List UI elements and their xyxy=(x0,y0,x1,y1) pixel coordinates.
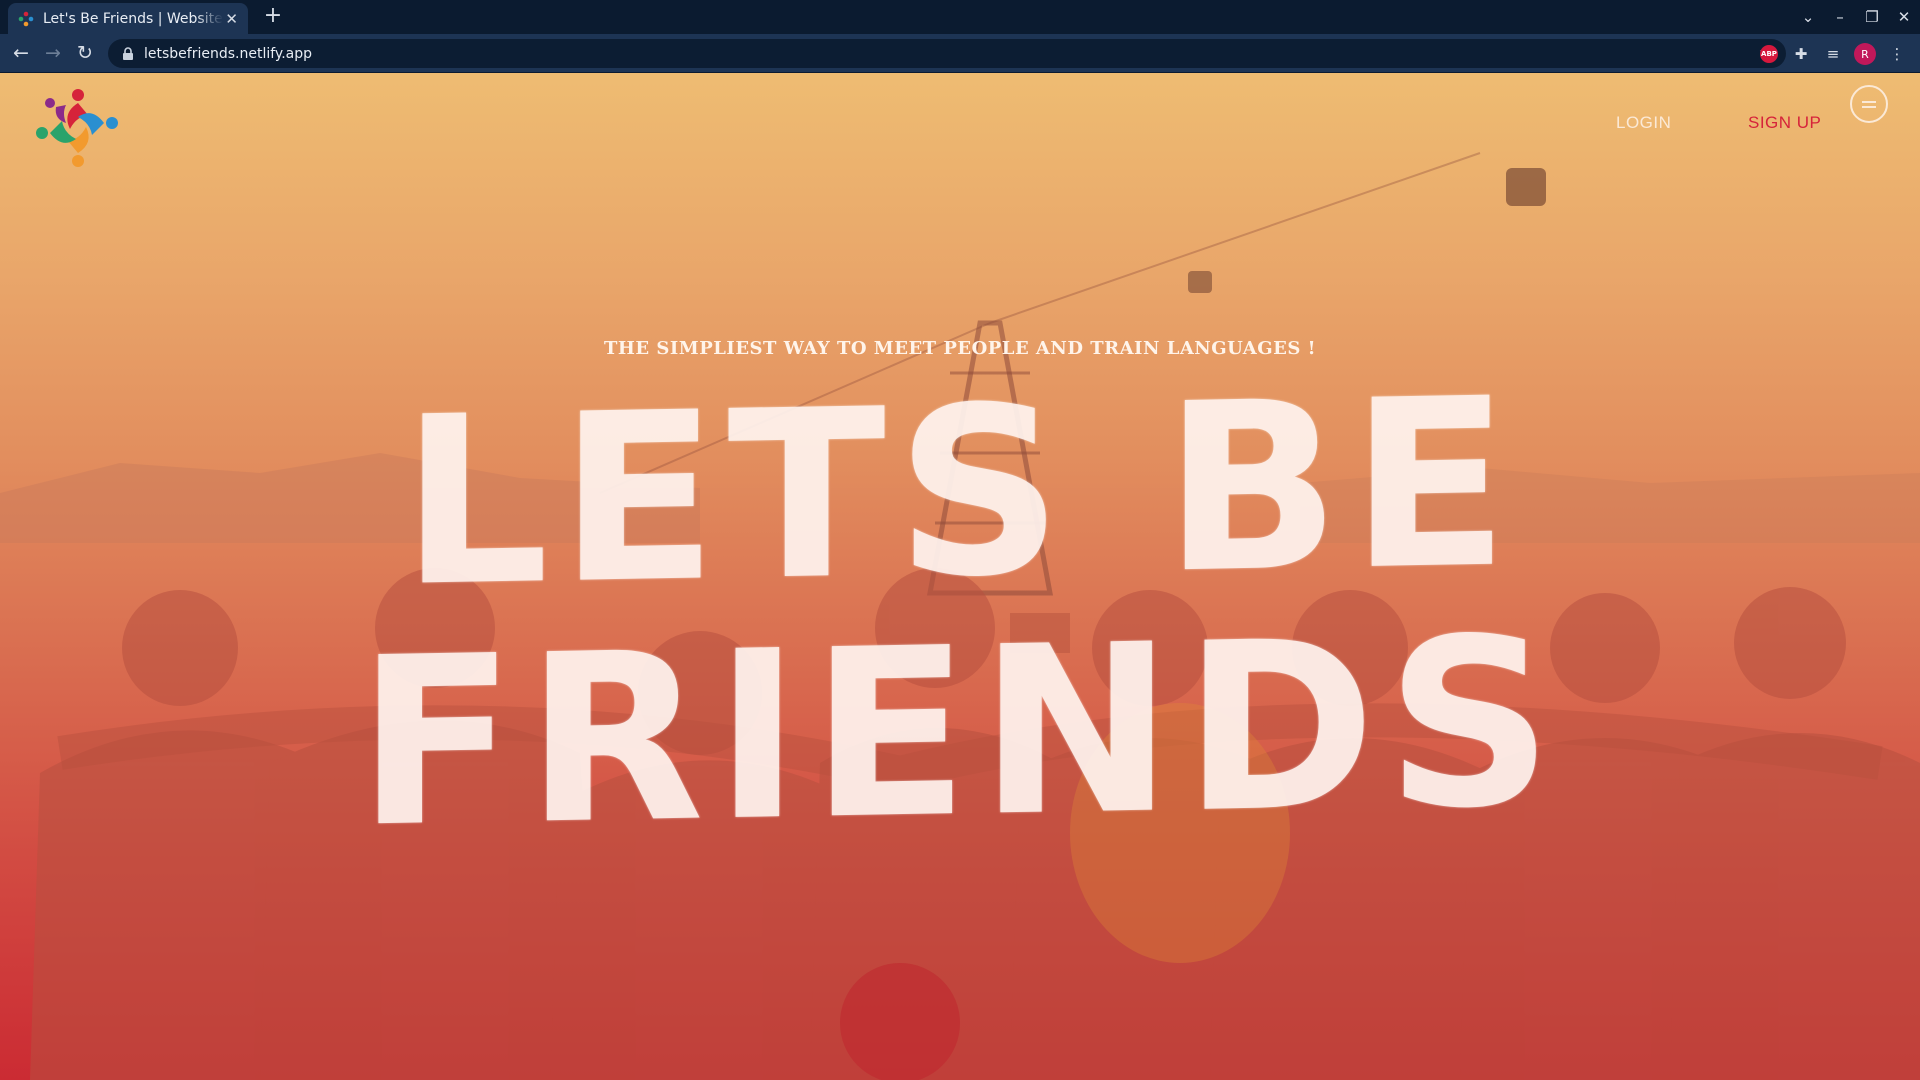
hero-tagline: THE SIMPLIEST WAY TO MEET PEOPLE AND TRA… xyxy=(603,338,1317,359)
tab-search-icon[interactable]: ⌄ xyxy=(1792,8,1824,26)
window-controls: ⌄ – ❐ ✕ xyxy=(1792,0,1920,34)
signup-link[interactable]: SIGN UP xyxy=(1748,113,1821,133)
reload-icon[interactable]: ↻ xyxy=(72,40,98,66)
browser-toolbar: ← → ↻ letsbefriends.netlify.app ☆ ABP ✚ … xyxy=(0,34,1920,73)
url-text: letsbefriends.netlify.app xyxy=(144,45,313,62)
adblock-extension-icon[interactable]: ABP xyxy=(1758,43,1780,65)
address-bar[interactable]: letsbefriends.netlify.app ☆ xyxy=(108,39,1786,68)
lock-icon xyxy=(123,47,133,60)
back-icon[interactable]: ← xyxy=(8,40,34,66)
profile-avatar[interactable]: R xyxy=(1854,43,1876,65)
hero-section: LOGIN SIGN UP THE SIMPLIEST WAY TO MEET … xyxy=(0,73,1920,1080)
logo-icon[interactable] xyxy=(32,83,122,173)
hamburger-menu-button[interactable] xyxy=(1850,85,1888,123)
menu-bars-icon xyxy=(1862,100,1876,108)
media-queue-icon[interactable]: ≡ xyxy=(1822,43,1844,65)
site-favicon-icon xyxy=(18,11,34,26)
forward-icon[interactable]: → xyxy=(40,40,66,66)
new-tab-button[interactable]: + xyxy=(260,4,286,30)
restore-icon[interactable]: ❐ xyxy=(1856,8,1888,26)
tab-strip: Let's Be Friends | Website ✕ + ⌄ – ❐ ✕ xyxy=(0,0,1920,34)
browser-tab[interactable]: Let's Be Friends | Website ✕ xyxy=(8,3,248,34)
extensions-puzzle-icon[interactable]: ✚ xyxy=(1790,43,1812,65)
login-link[interactable]: LOGIN xyxy=(1616,113,1671,133)
close-window-icon[interactable]: ✕ xyxy=(1888,8,1920,26)
browser-menu-icon[interactable]: ⋮ xyxy=(1886,43,1908,65)
hero-title: LETS BE FRIENDS xyxy=(357,348,1563,879)
minimize-icon[interactable]: – xyxy=(1824,8,1856,26)
tab-close-icon[interactable]: ✕ xyxy=(225,10,238,28)
tab-title: Let's Be Friends | Website xyxy=(43,10,223,27)
